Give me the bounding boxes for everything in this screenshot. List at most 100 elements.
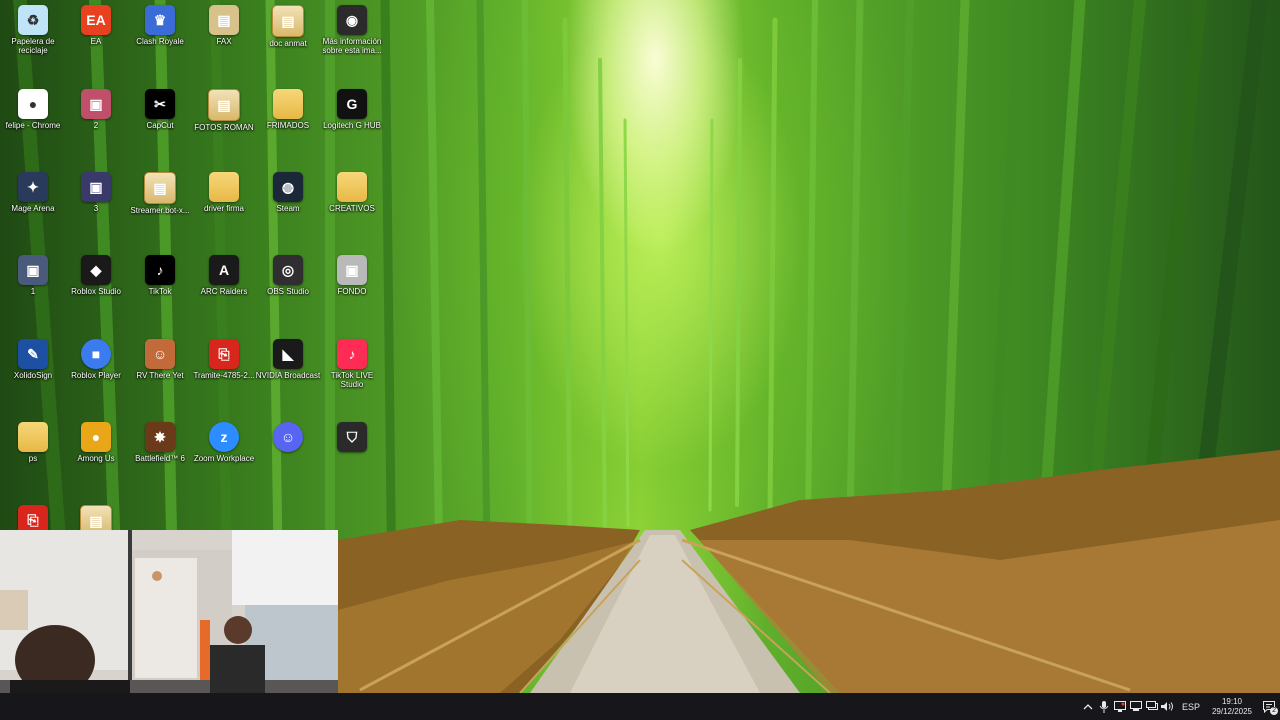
zoom-icon: z <box>209 422 239 452</box>
folder-icon <box>209 172 239 202</box>
webcam-overlay <box>0 530 338 720</box>
fax-icon: ▤ <box>209 5 239 35</box>
desktop-icon[interactable]: ▣ 3 <box>63 170 129 213</box>
clock-date: 29/12/2025 <box>1211 706 1252 716</box>
clock[interactable]: 19:10 29/12/2025 <box>1206 697 1258 717</box>
desktop-icon[interactable]: ps <box>0 420 66 463</box>
desktop-icon[interactable]: A ARC Raiders <box>191 253 257 296</box>
image-file-icon: ▣ <box>18 255 48 285</box>
desktop-icon[interactable]: ✸ Battlefield™ 6 <box>127 420 193 463</box>
desktop-icon[interactable]: ◎ OBS Studio <box>255 253 321 296</box>
desktop-icon[interactable]: ◆ Roblox Studio <box>63 253 129 296</box>
desktop-icon[interactable]: driver firma <box>191 170 257 213</box>
desktop-icon-label: Roblox Studio <box>71 287 121 296</box>
desktop-icon-label: 3 <box>93 204 99 213</box>
desktop-icon[interactable]: ◍ Steam <box>255 170 321 213</box>
display-icon[interactable] <box>1144 693 1160 720</box>
desktop-icon-label: felipe - Chrome <box>5 121 61 130</box>
desktop-icon-label: Clash Royale <box>136 37 184 46</box>
folder-icon <box>273 89 303 119</box>
obs-icon: ◎ <box>273 255 303 285</box>
desktop-icon-label: ps <box>28 454 38 463</box>
desktop-icon-label: TikTok <box>148 287 172 296</box>
desktop-icon-label: doc anmat <box>269 39 307 48</box>
document-icon: ▤ <box>208 89 240 121</box>
nvidia-icon: ◣ <box>273 339 303 369</box>
desktop-icon-label: FAX <box>216 37 232 46</box>
image-file-icon: ▣ <box>337 255 367 285</box>
desktop-icon[interactable]: ▣ FONDO <box>319 253 385 296</box>
desktop-icon[interactable]: ■ Roblox Player <box>63 337 129 380</box>
desktop-icon[interactable]: ⛉ <box>319 420 385 454</box>
roblox-icon: ■ <box>81 339 111 369</box>
desktop-icon[interactable]: ▤ Streamer.bot-x... <box>127 170 193 215</box>
tiktok-live-icon: ♪ <box>337 339 367 369</box>
desktop-icon-label: Among Us <box>77 454 115 463</box>
clock-time: 19:10 <box>1221 696 1242 706</box>
pdf-icon: ⎘ <box>209 339 239 369</box>
steam-icon: ◍ <box>273 172 303 202</box>
notification-center-button[interactable]: 2 <box>1258 693 1280 720</box>
desktop-icon[interactable]: ● felipe - Chrome <box>0 87 66 130</box>
desktop-icon-label: Tramite-4785-2... <box>193 371 255 380</box>
desktop-icon[interactable]: G Logitech G HUB <box>319 87 385 130</box>
image-file-icon: ▣ <box>81 172 111 202</box>
desktop-icon[interactable]: ◣ NVIDIA Broadcast <box>255 337 321 380</box>
folder-icon <box>18 422 48 452</box>
desktop-icon[interactable]: z Zoom Workplace <box>191 420 257 463</box>
desktop-icon[interactable]: ▣ 2 <box>63 87 129 130</box>
document-icon: ▤ <box>144 172 176 204</box>
chrome-icon: ● <box>18 89 48 119</box>
desktop-icon-label: Papelera de reciclaje <box>11 37 55 55</box>
desktop-icon-label: XolidoSign <box>13 371 53 380</box>
recycle-bin-icon: ♻ <box>18 5 48 35</box>
desktop-icon-label: CREATIVOS <box>329 204 375 213</box>
desktop-icon[interactable]: ◉ Más información sobre esta ima... <box>319 3 385 55</box>
desktop-icon[interactable]: ▣ 1 <box>0 253 66 296</box>
desktop-icon[interactable]: ⎘ Tramite-4785-2... <box>191 337 257 380</box>
desktop-icon-label: RV There Yet <box>136 371 184 380</box>
desktop-icon-label: CapCut <box>146 121 174 130</box>
desktop-icon-label: Streamer.bot-x... <box>130 206 190 215</box>
desktop-icon[interactable]: ♛ Clash Royale <box>127 3 193 46</box>
desktop-icon[interactable]: ♻ Papelera de reciclaje <box>0 3 66 55</box>
xolidosign-icon: ✎ <box>18 339 48 369</box>
mage-arena-icon: ✦ <box>18 172 48 202</box>
ea-icon: EA <box>81 5 111 35</box>
folder-icon <box>337 172 367 202</box>
desktop-icon[interactable]: ♪ TikTok LIVE Studio <box>319 337 385 389</box>
desktop-icon[interactable]: ✂ CapCut <box>127 87 193 130</box>
desktop-icon-label: 1 <box>30 287 36 296</box>
desktop-icon[interactable]: ▤ doc anmat <box>255 3 321 48</box>
desktop-icon-label: Steam <box>276 204 300 213</box>
desktop-icon[interactable]: ☺ RV There Yet <box>127 337 193 380</box>
tiktok-icon: ♪ <box>145 255 175 285</box>
desktop-icon[interactable]: ▤ FAX <box>191 3 257 46</box>
monitor-icon[interactable] <box>1112 693 1128 720</box>
desktop-icon-label: FONDO <box>337 287 367 296</box>
desktop-icon[interactable]: CREATIVOS <box>319 170 385 213</box>
desktop-icon-label: Logitech G HUB <box>323 121 381 130</box>
capcut-icon: ✂ <box>145 89 175 119</box>
desktop-icon[interactable]: ▤ FOTOS ROMAN <box>191 87 257 132</box>
microphone-icon[interactable] <box>1096 693 1112 720</box>
desktop-icon[interactable]: FRIMADOS <box>255 87 321 130</box>
arc-raiders-icon: A <box>209 255 239 285</box>
rv-there-yet-icon: ☺ <box>145 339 175 369</box>
desktop-icon[interactable]: ✎ XolidoSign <box>0 337 66 380</box>
desktop-icon[interactable]: ♪ TikTok <box>127 253 193 296</box>
desktop-icon-label: NVIDIA Broadcast <box>255 371 321 380</box>
desktop-icon[interactable]: ✦ Mage Arena <box>0 170 66 213</box>
volume-icon[interactable] <box>1160 693 1176 720</box>
desktop-icon-label: Roblox Player <box>71 371 121 380</box>
desktop-icon-label: FOTOS ROMAN <box>194 123 254 132</box>
desktop-icon[interactable]: ● Among Us <box>63 420 129 463</box>
desktop-icon[interactable]: EA EA <box>63 3 129 46</box>
desktop-icon[interactable]: ☺ <box>255 420 321 454</box>
chevron-up-icon[interactable] <box>1080 693 1096 720</box>
desktop-icon-label: OBS Studio <box>267 287 309 296</box>
document-icon: ▤ <box>272 5 304 37</box>
network-icon[interactable] <box>1128 693 1144 720</box>
camera-icon: ◉ <box>337 5 367 35</box>
language-indicator[interactable]: ESP <box>1176 702 1206 712</box>
